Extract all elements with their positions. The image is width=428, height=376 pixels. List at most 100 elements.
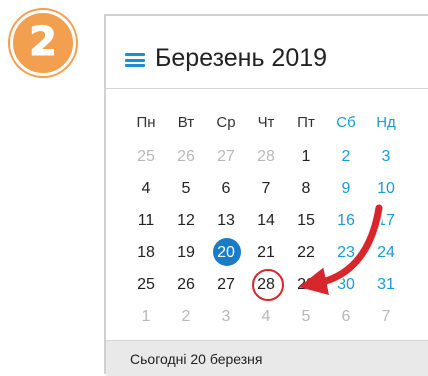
today-label: Сьогодні 20 березня	[130, 351, 263, 367]
day-cell[interactable]: 25	[126, 270, 166, 300]
weekday-label: Сб	[336, 114, 356, 131]
day-cell[interactable]: 7	[246, 174, 286, 204]
day-cell[interactable]: 8	[286, 174, 326, 204]
day-cell[interactable]: 1	[286, 142, 326, 172]
day-number: 31	[377, 276, 395, 293]
day-number: 8	[301, 180, 311, 197]
day-number: 5	[301, 308, 311, 325]
day-number: 21	[257, 244, 275, 261]
day-number: 4	[141, 180, 151, 197]
day-cell[interactable]: 31	[366, 270, 406, 300]
day-number: 29	[297, 276, 315, 293]
day-number: 28	[257, 276, 275, 293]
day-number: 11	[137, 212, 155, 229]
day-cell[interactable]: 18	[126, 238, 166, 268]
day-number: 18	[137, 244, 155, 261]
weekday-label: Ср	[216, 114, 236, 131]
day-cell[interactable]: 1	[126, 302, 166, 332]
day-number: 26	[177, 276, 195, 293]
day-cell[interactable]: 7	[366, 302, 406, 332]
calendar-header: Березень 2019	[106, 16, 428, 89]
day-number: 27	[217, 276, 235, 293]
day-cell[interactable]: 11	[126, 206, 166, 236]
day-cell[interactable]: 28	[246, 142, 286, 172]
weekday-label: Нд	[376, 114, 396, 131]
day-number: 3	[381, 148, 391, 165]
day-cell[interactable]: 12	[166, 206, 206, 236]
weekday-header-row: Пн Вт Ср Чт Пт Сб Нд	[126, 112, 406, 134]
day-cell[interactable]: 29	[286, 270, 326, 300]
day-cell[interactable]: 10	[366, 174, 406, 204]
day-number: 25	[137, 276, 155, 293]
day-cell[interactable]: 14	[246, 206, 286, 236]
day-cell[interactable]: 23	[326, 238, 366, 268]
day-cell[interactable]: 27	[206, 270, 246, 300]
day-cell[interactable]: 26	[166, 270, 206, 300]
day-cell[interactable]: 4	[246, 302, 286, 332]
day-number: 1	[301, 148, 311, 165]
day-cell[interactable]: 21	[246, 238, 286, 268]
day-number: 15	[297, 212, 315, 229]
day-number: 7	[381, 308, 391, 325]
weekday-label: Чт	[257, 114, 275, 131]
day-number: 5	[181, 180, 191, 197]
day-number: 17	[377, 212, 395, 229]
day-number: 24	[377, 244, 395, 261]
calendar-footer[interactable]: Сьогодні 20 березня	[106, 340, 428, 376]
day-cell[interactable]: 5	[166, 174, 206, 204]
day-cell[interactable]: 6	[206, 174, 246, 204]
day-number: 3	[221, 308, 231, 325]
day-number: 26	[177, 148, 195, 165]
day-number: 22	[297, 244, 315, 261]
day-cell[interactable]: 24	[366, 238, 406, 268]
day-number: 4	[261, 308, 271, 325]
day-number: 19	[177, 244, 195, 261]
day-cell[interactable]: 15	[286, 206, 326, 236]
day-number: 7	[261, 180, 271, 197]
day-number: 14	[257, 212, 275, 229]
day-number: 27	[217, 148, 235, 165]
day-number: 9	[341, 180, 351, 197]
day-number: 13	[217, 212, 235, 229]
day-cell[interactable]: 25	[126, 142, 166, 172]
day-cell[interactable]: 28	[246, 269, 286, 301]
month-title[interactable]: Березень 2019	[155, 44, 327, 73]
day-cell[interactable]: 16	[326, 206, 366, 236]
day-cell[interactable]: 17	[366, 206, 406, 236]
day-cell[interactable]: 22	[286, 238, 326, 268]
weekday-label: Пн	[136, 114, 156, 131]
day-number: 6	[341, 308, 351, 325]
day-cell[interactable]: 30	[326, 270, 366, 300]
step-badge: 2	[10, 10, 76, 76]
day-number: 6	[221, 180, 231, 197]
day-cell[interactable]: 19	[166, 238, 206, 268]
day-cell[interactable]: 3	[206, 302, 246, 332]
day-number: 2	[181, 308, 191, 325]
day-cell[interactable]: 26	[166, 142, 206, 172]
day-cell[interactable]: 13	[206, 206, 246, 236]
day-number: 25	[137, 148, 155, 165]
weekday-label: Вт	[177, 114, 195, 131]
day-number: 1	[141, 308, 151, 325]
day-cell[interactable]: 2	[326, 142, 366, 172]
weekday-label: Пт	[297, 114, 315, 131]
day-number: 10	[377, 180, 395, 197]
day-cell[interactable]: 5	[286, 302, 326, 332]
day-cell[interactable]: 6	[326, 302, 366, 332]
day-cell[interactable]: 4	[126, 174, 166, 204]
day-cell[interactable]: 3	[366, 142, 406, 172]
day-number: 2	[341, 148, 351, 165]
day-number: 28	[257, 148, 275, 165]
day-cell[interactable]: 27	[206, 142, 246, 172]
step-number: 2	[29, 19, 58, 65]
day-number: 16	[337, 212, 355, 229]
day-number: 12	[177, 212, 195, 229]
day-cell[interactable]: 9	[326, 174, 366, 204]
day-number: 30	[337, 276, 355, 293]
hamburger-menu-icon[interactable]	[125, 53, 145, 67]
day-number: 20	[217, 244, 235, 261]
day-number: 23	[337, 244, 355, 261]
day-cell[interactable]: 2	[166, 302, 206, 332]
day-cell[interactable]: 20	[206, 238, 246, 268]
calendar-panel: Березень 2019 Пн Вт Ср Чт Пт Сб Нд 25 26 27 28 1 2 3…	[104, 14, 428, 376]
